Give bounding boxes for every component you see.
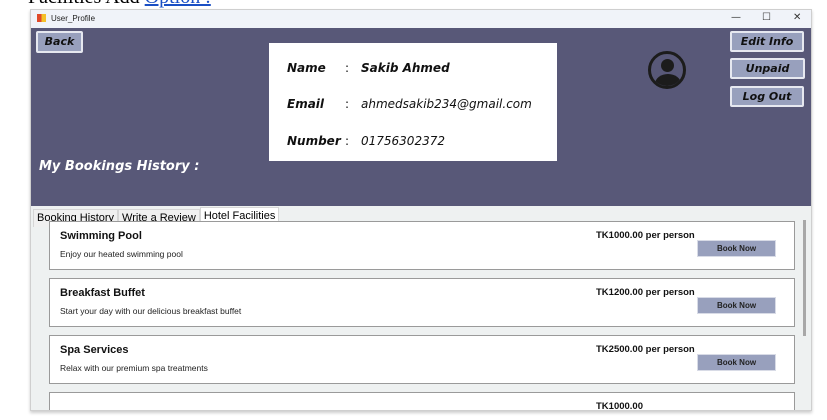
name-value: Sakib Ahmed	[361, 61, 450, 75]
user-profile-window: User_Profile — ☐ ✕ Back Name: Sakib Ahmed…	[30, 9, 812, 411]
title-bar: User_Profile — ☐ ✕	[31, 10, 811, 28]
facility-price: TK2500.00 per person	[596, 344, 695, 355]
facility-price: TK1000.00	[596, 401, 644, 411]
back-button[interactable]: Back	[36, 31, 83, 53]
facility-description: Start your day with our delicious breakf…	[60, 306, 242, 316]
book-now-button[interactable]: Book Now	[697, 240, 776, 257]
close-button[interactable]: ✕	[793, 12, 801, 23]
facility-description: Enjoy our heated swimming pool	[60, 249, 183, 259]
name-label: Name	[287, 61, 326, 75]
profile-info-panel: Name: Sakib Ahmed Email: ahmedsakib234@gma…	[269, 43, 557, 161]
facility-price: TK1200.00 per person	[596, 287, 695, 298]
window-title: User_Profile	[51, 14, 96, 23]
separator: :	[345, 134, 350, 148]
unpaid-button[interactable]: Unpaid	[730, 58, 805, 79]
book-now-button[interactable]: Book Now	[697, 354, 776, 371]
facility-card: Spa Services Relax with our premium spa t…	[49, 335, 795, 384]
facility-title: Spa Services	[60, 344, 129, 356]
log-out-button[interactable]: Log Out	[730, 86, 804, 107]
book-now-button[interactable]: Book Now	[697, 297, 776, 314]
option-link[interactable]: Option :	[145, 0, 211, 8]
facility-title: Breakfast Buffet	[60, 287, 145, 299]
number-label: Number	[287, 134, 341, 148]
facilities-list: Swimming Pool Enjoy our heated swimming p…	[33, 207, 803, 411]
profile-header: Back Name: Sakib Ahmed Email: ahmedsakib23…	[31, 28, 811, 227]
app-icon	[37, 14, 46, 22]
facility-card: TK1000.00	[49, 392, 795, 411]
number-value: 01756302372	[361, 134, 445, 148]
email-value: ahmedsakib234@gmail.com	[361, 97, 532, 111]
document-caption: Facilities Add	[28, 0, 145, 8]
scrollbar[interactable]	[803, 220, 806, 336]
facility-title: Swimming Pool	[60, 230, 142, 242]
facility-price: TK1000.00 per person	[596, 230, 695, 241]
minimize-button[interactable]: —	[731, 12, 741, 23]
separator: :	[345, 61, 350, 75]
bookings-history-title: My Bookings History :	[39, 159, 200, 174]
facility-card: Breakfast Buffet Start your day with our …	[49, 278, 795, 327]
edit-info-button[interactable]: Edit Info	[730, 31, 804, 52]
facility-description: Relax with our premium spa treatments	[60, 363, 208, 373]
separator: :	[345, 97, 350, 111]
maximize-button[interactable]: ☐	[762, 12, 771, 23]
user-avatar-icon	[648, 51, 686, 89]
facility-card: Swimming Pool Enjoy our heated swimming p…	[49, 221, 795, 270]
document-text: Facilities Add Option :	[28, 0, 211, 9]
email-label: Email	[287, 97, 325, 111]
